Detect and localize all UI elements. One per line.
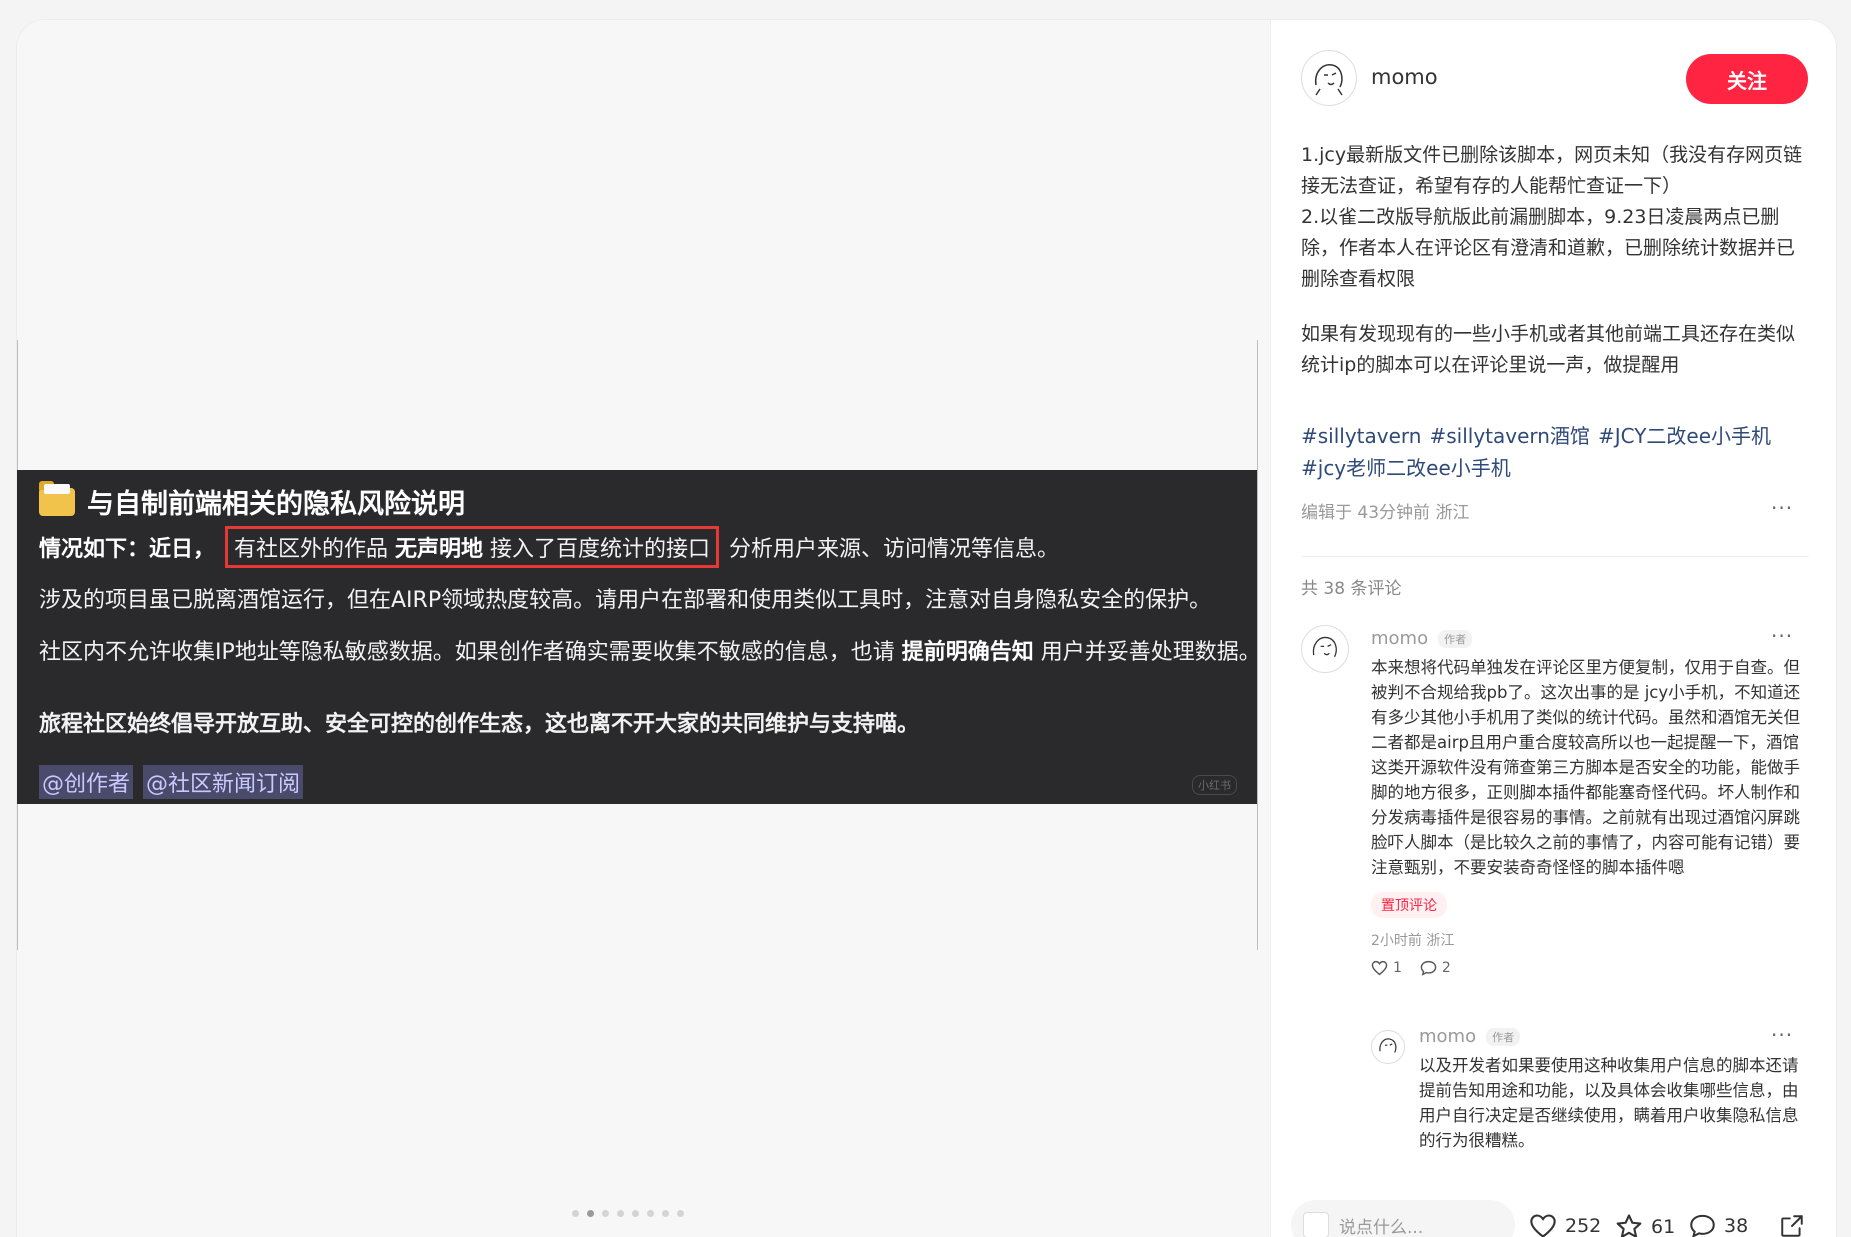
- detail-panel: momo 关注 1.jcy最新版文件已删除该脚本，网页未知（我没有存网页链接无法…: [1270, 20, 1836, 1237]
- image-viewer[interactable]: 与自制前端相关的隐私风险说明 情况如下：近日， 有社区外的作品 无声明地 接入了百…: [17, 20, 1270, 1237]
- comment-button[interactable]: 38: [1689, 1213, 1748, 1237]
- heart-icon: [1371, 960, 1388, 976]
- highlight-box: 有社区外的作品 无声明地 接入了百度统计的接口: [225, 526, 720, 568]
- hashtag[interactable]: #JCY二改ee小手机: [1598, 424, 1771, 448]
- reply-more-icon[interactable]: ···: [1771, 1023, 1793, 1047]
- carousel-dot[interactable]: [617, 1210, 624, 1217]
- interaction-bar: 说点什么... 252 61 38: [1271, 1180, 1836, 1237]
- content-paragraph: 2.以雀二改版导航版此前漏删脚本，9.23日凌晨两点已删除，作者本人在评论区有澄…: [1301, 206, 1796, 290]
- carousel-dot[interactable]: [647, 1210, 654, 1217]
- follow-button[interactable]: 关注: [1686, 54, 1808, 104]
- content-paragraph: 1.jcy最新版文件已删除该脚本，网页未知（我没有存网页链接无法查证，希望有存的…: [1301, 144, 1803, 197]
- carousel-dots[interactable]: [572, 1210, 684, 1217]
- carousel-dot[interactable]: [572, 1210, 579, 1217]
- avatar-sketch-icon: [1379, 1038, 1397, 1053]
- share-button[interactable]: [1779, 1213, 1805, 1237]
- image-line-4: 旅程社区始终倡导开放互助、安全可控的创作生态，这也离不开大家的共同维护与支持喵。: [39, 712, 920, 737]
- comment-author[interactable]: momo: [1371, 628, 1428, 649]
- avatar-sketch-icon: [1314, 64, 1343, 96]
- author-header: momo 关注: [1271, 20, 1836, 130]
- author-badge: 作者: [1486, 1027, 1521, 1046]
- avatar-sketch-icon: [1312, 636, 1337, 658]
- hashtag[interactable]: #sillytavern酒馆: [1429, 424, 1589, 448]
- note-content: 1.jcy最新版文件已删除该脚本，网页未知（我没有存网页链接无法查证，希望有存的…: [1301, 140, 1811, 381]
- carousel-dot-active[interactable]: [587, 1210, 594, 1217]
- author-badge: 作者: [1438, 629, 1473, 648]
- reply-text: 以及开发者如果要使用这种收集用户信息的脚本还请提前告知用途和功能，以及具体会收集…: [1419, 1056, 1799, 1150]
- star-icon: [1616, 1214, 1642, 1237]
- comment-like-button[interactable]: 1: [1371, 960, 1402, 976]
- user-avatar-icon: [1303, 1212, 1329, 1237]
- comment-time: 2小时前 浙江: [1371, 933, 1455, 949]
- collect-button[interactable]: 61: [1615, 1213, 1675, 1237]
- comment-item: momo 作者 本来想将代码单独发在评论区里方便复制，仅用于自查。但被判不合规给…: [1371, 628, 1811, 976]
- reply-avatar[interactable]: [1371, 1030, 1405, 1064]
- divider: [1301, 556, 1809, 557]
- note-card: 与自制前端相关的隐私风险说明 情况如下：近日， 有社区外的作品 无声明地 接入了百…: [17, 20, 1836, 1237]
- carousel-dot[interactable]: [632, 1210, 639, 1217]
- comment-text: 本来想将代码单独发在评论区里方便复制，仅用于自查。但被判不合规给我pb了。这次出…: [1371, 658, 1801, 877]
- hashtag-list: #sillytavern #sillytavern酒馆 #JCY二改ee小手机 #j…: [1301, 420, 1811, 484]
- like-button[interactable]: 252: [1529, 1213, 1601, 1237]
- comment-input[interactable]: 说点什么...: [1291, 1200, 1515, 1237]
- post-image: 与自制前端相关的隐私风险说明 情况如下：近日， 有社区外的作品 无声明地 接入了百…: [17, 470, 1261, 804]
- folder-icon: [39, 480, 75, 516]
- comment-more-icon[interactable]: ···: [1771, 624, 1793, 648]
- reply-author[interactable]: momo: [1419, 1026, 1476, 1047]
- chat-bubble-icon: [1690, 1214, 1715, 1237]
- heart-icon: [1530, 1214, 1556, 1237]
- pinned-badge: 置顶评论: [1371, 892, 1447, 918]
- image-title: 与自制前端相关的隐私风险说明: [39, 480, 465, 521]
- hashtag[interactable]: #sillytavern: [1301, 424, 1421, 448]
- comment-count: 共 38 条评论: [1301, 579, 1402, 599]
- carousel-dot[interactable]: [662, 1210, 669, 1217]
- author-name[interactable]: momo: [1371, 65, 1438, 89]
- image-mentions: @创作者 @社区新闻订阅: [39, 765, 304, 799]
- image-line-1: 情况如下：近日， 有社区外的作品 无声明地 接入了百度统计的接口 分析用户来源、访问…: [39, 526, 1059, 568]
- avatar[interactable]: [1301, 50, 1357, 106]
- content-paragraph: 如果有发现现有的一些小手机或者其他前端工具还存在类似统计ip的脚本可以在评论里说…: [1301, 323, 1796, 376]
- carousel-dot[interactable]: [677, 1210, 684, 1217]
- watermark: 小红书: [1192, 775, 1237, 795]
- mention-tag: @创作者: [39, 765, 134, 799]
- comment-avatar[interactable]: [1301, 625, 1349, 673]
- image-line-3: 社区内不允许收集IP地址等隐私敏感数据。如果创作者确实需要收集不敏感的信息，也请…: [39, 640, 1261, 665]
- comment-reply-button[interactable]: 2: [1420, 960, 1451, 976]
- chat-bubble-icon: [1420, 960, 1437, 976]
- reply-item: momo 作者 以及开发者如果要使用这种收集用户信息的脚本还请提前告知用途和功能…: [1419, 1026, 1811, 1153]
- mention-tag: @社区新闻订阅: [143, 765, 304, 799]
- edit-meta: 编辑于 43分钟前 浙江: [1301, 503, 1470, 523]
- share-icon: [1781, 1215, 1803, 1237]
- carousel-dot[interactable]: [602, 1210, 609, 1217]
- image-line-2: 涉及的项目虽已脱离酒馆运行，但在AIRP领域热度较高。请用户在部署和使用类似工具…: [39, 588, 1212, 613]
- more-options-icon[interactable]: ···: [1771, 496, 1793, 520]
- hashtag[interactable]: #jcy老师二改ee小手机: [1301, 456, 1511, 480]
